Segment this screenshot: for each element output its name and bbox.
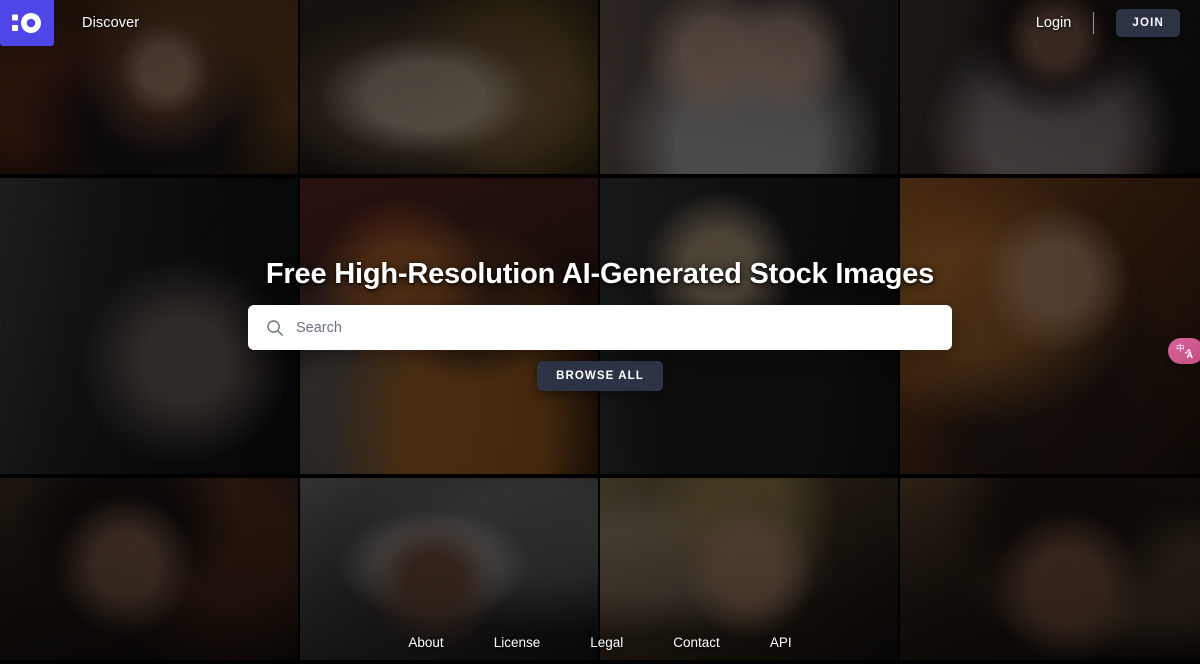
footer-link-legal[interactable]: Legal bbox=[590, 635, 623, 650]
page-root: Discover Login JOIN Free High-Resolution… bbox=[0, 0, 1200, 664]
translate-icon: 中 A bbox=[1175, 342, 1197, 360]
hero-content: Free High-Resolution AI-Generated Stock … bbox=[248, 258, 952, 391]
site-header: Discover Login JOIN bbox=[0, 0, 1200, 46]
search-input[interactable] bbox=[296, 319, 934, 336]
browse-all-button[interactable]: BROWSE ALL bbox=[537, 361, 663, 391]
site-footer: About License Legal Contact API bbox=[0, 635, 1200, 650]
footer-link-license[interactable]: License bbox=[494, 635, 541, 650]
header-divider bbox=[1093, 12, 1095, 34]
footer-link-about[interactable]: About bbox=[408, 635, 443, 650]
footer-link-api[interactable]: API bbox=[770, 635, 792, 650]
footer-link-contact[interactable]: Contact bbox=[673, 635, 720, 650]
nav-link-discover[interactable]: Discover bbox=[82, 15, 139, 31]
primary-nav: Discover bbox=[82, 15, 139, 31]
join-button[interactable]: JOIN bbox=[1116, 9, 1180, 37]
browse-all-row: BROWSE ALL bbox=[248, 361, 952, 391]
search-icon bbox=[266, 319, 284, 337]
search-bar[interactable] bbox=[248, 305, 952, 350]
photo-thumbnail bbox=[900, 478, 1200, 660]
svg-text:中: 中 bbox=[1176, 343, 1185, 354]
photo-thumbnail bbox=[300, 478, 598, 660]
login-link[interactable]: Login bbox=[1018, 15, 1089, 31]
page-title: Free High-Resolution AI-Generated Stock … bbox=[265, 258, 935, 290]
photo-thumbnail bbox=[600, 478, 898, 660]
photo-thumbnail bbox=[0, 478, 298, 660]
header-actions: Login JOIN bbox=[1018, 9, 1184, 37]
colon-circle-logo-icon bbox=[11, 12, 43, 34]
translate-widget-button[interactable]: 中 A bbox=[1168, 338, 1200, 364]
site-logo[interactable] bbox=[0, 0, 54, 46]
